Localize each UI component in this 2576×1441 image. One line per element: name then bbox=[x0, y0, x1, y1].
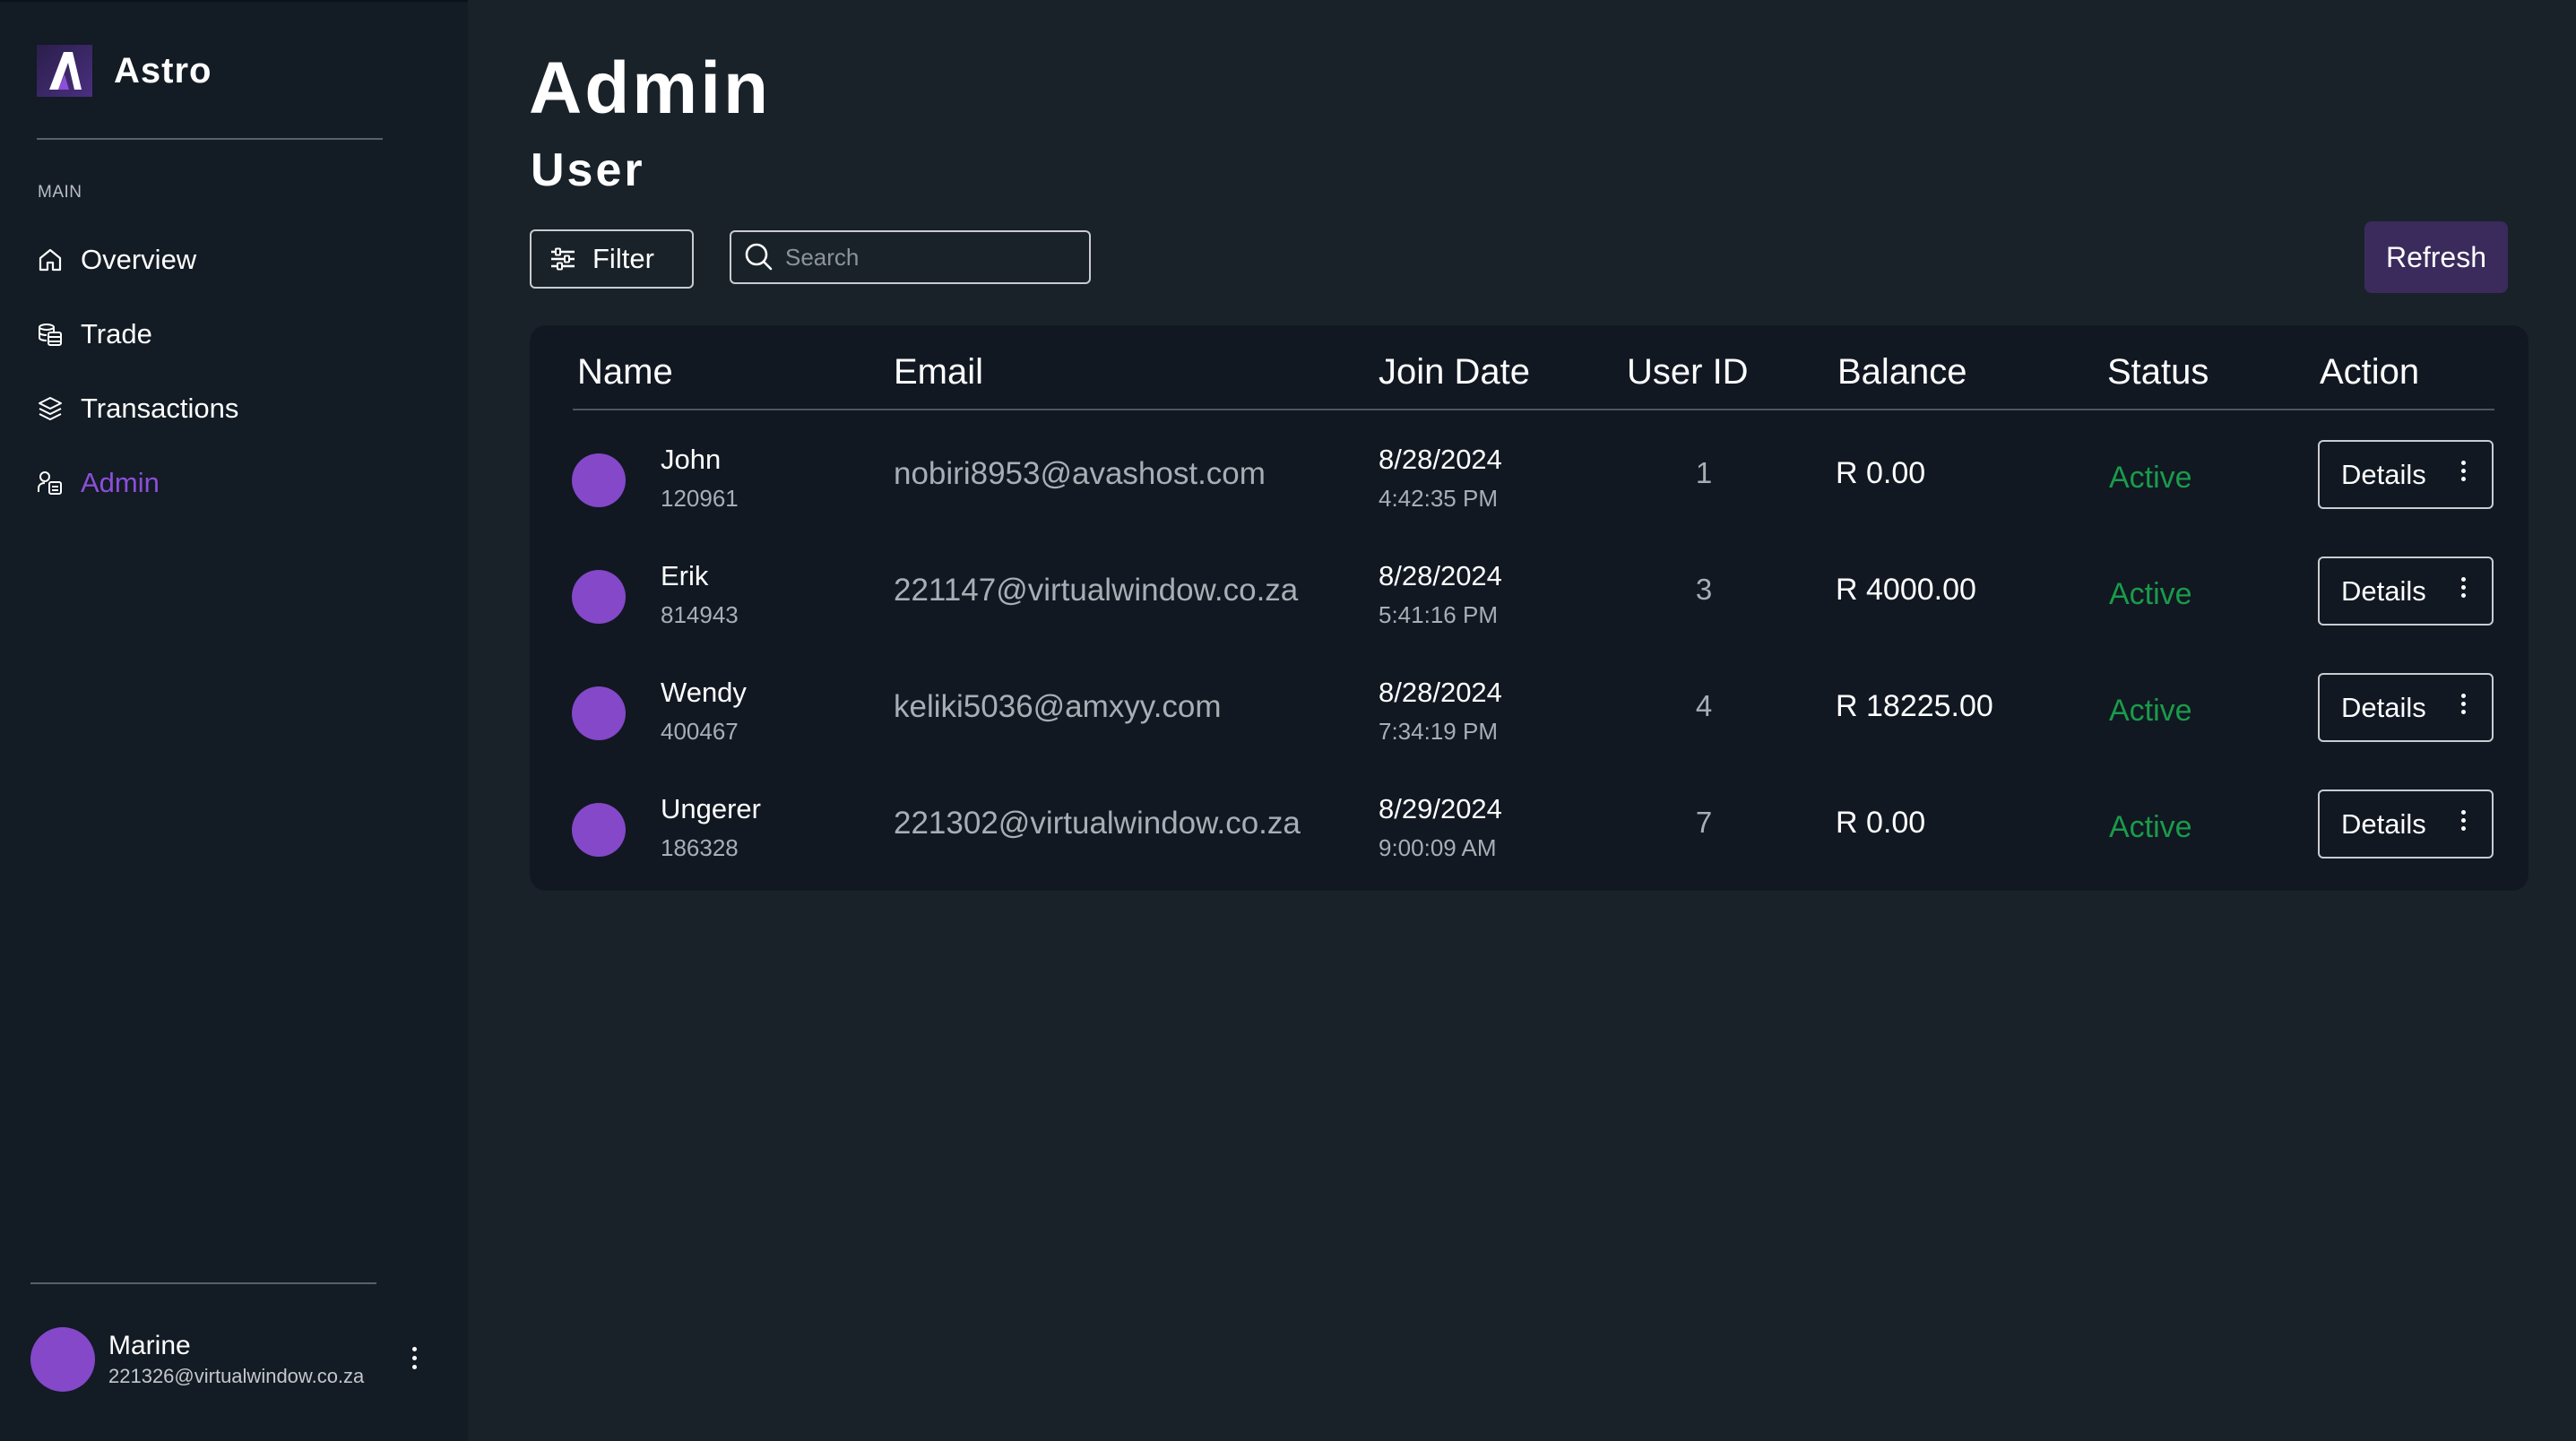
user-name: John bbox=[661, 444, 722, 475]
brand[interactable]: Astro bbox=[37, 45, 212, 97]
sidebar-item-label: Transactions bbox=[81, 393, 239, 424]
refresh-button[interactable]: Refresh bbox=[2364, 221, 2508, 293]
sidebar-item-label: Overview bbox=[81, 244, 197, 275]
user-id: 3 bbox=[1695, 573, 1713, 606]
layers-icon bbox=[39, 397, 62, 420]
details-button[interactable]: Details bbox=[2318, 557, 2494, 626]
filter-button[interactable]: Filter bbox=[530, 229, 694, 289]
user-id: 7 bbox=[1695, 806, 1713, 839]
status-badge: Active bbox=[2109, 810, 2192, 844]
brand-name: Astro bbox=[114, 50, 212, 91]
status-badge: Active bbox=[2109, 461, 2192, 495]
details-label: Details bbox=[2341, 807, 2426, 840]
astro-logo-icon bbox=[37, 45, 92, 97]
more-vertical-icon[interactable] bbox=[2458, 691, 2468, 725]
table-header: Name Email Join Date User ID Balance Sta… bbox=[530, 325, 2528, 411]
details-button[interactable]: Details bbox=[2318, 440, 2494, 509]
column-header-name[interactable]: Name bbox=[577, 352, 673, 393]
user-name: Erik bbox=[661, 560, 709, 591]
page-subtitle: User bbox=[531, 144, 645, 196]
details-label: Details bbox=[2341, 458, 2426, 490]
users-table: Name Email Join Date User ID Balance Sta… bbox=[530, 325, 2528, 891]
user-code: 814943 bbox=[661, 601, 739, 628]
user-code: 186328 bbox=[661, 834, 739, 861]
sidebar-divider bbox=[37, 138, 383, 140]
user-email: 221147@virtualwindow.co.za bbox=[894, 573, 1299, 608]
join-date: 8/28/2024 bbox=[1379, 444, 1502, 475]
coins-stack-icon bbox=[39, 324, 62, 346]
user-balance: R 0.00 bbox=[1836, 456, 1926, 490]
join-time: 7:34:19 PM bbox=[1379, 718, 1498, 745]
column-header-user-id[interactable]: User ID bbox=[1627, 352, 1749, 393]
user-email: nobiri8953@avashost.com bbox=[894, 456, 1266, 491]
table-row[interactable]: Wendy 400467 keliki5036@amxyy.com 8/28/2… bbox=[530, 650, 2528, 766]
user-code: 400467 bbox=[661, 718, 739, 745]
more-vertical-icon[interactable] bbox=[2458, 458, 2468, 492]
details-label: Details bbox=[2341, 574, 2426, 607]
page-title: Admin bbox=[529, 47, 772, 129]
join-date: 8/28/2024 bbox=[1379, 560, 1502, 591]
user-id: 1 bbox=[1695, 456, 1713, 489]
sidebar-item-overview[interactable]: Overview bbox=[36, 237, 196, 282]
avatar bbox=[572, 686, 626, 740]
avatar bbox=[572, 803, 626, 857]
profile-name: Marine bbox=[108, 1331, 191, 1360]
join-time: 9:00:09 AM bbox=[1379, 834, 1497, 861]
sliders-icon bbox=[551, 247, 575, 271]
admin-users-icon bbox=[38, 471, 62, 495]
column-header-action[interactable]: Action bbox=[2320, 352, 2419, 393]
table-row[interactable]: John 120961 nobiri8953@avashost.com 8/28… bbox=[530, 417, 2528, 533]
user-balance: R 18225.00 bbox=[1836, 689, 1993, 723]
avatar bbox=[572, 453, 626, 507]
table-row[interactable]: Ungerer 186328 221302@virtualwindow.co.z… bbox=[530, 766, 2528, 883]
user-profile[interactable]: Marine 221326@virtualwindow.co.za bbox=[30, 1326, 443, 1393]
column-header-email[interactable]: Email bbox=[894, 352, 983, 393]
user-code: 120961 bbox=[661, 485, 739, 512]
join-date: 8/29/2024 bbox=[1379, 793, 1502, 824]
more-vertical-icon[interactable] bbox=[2458, 574, 2468, 608]
more-vertical-icon[interactable] bbox=[2458, 807, 2468, 841]
user-balance: R 4000.00 bbox=[1836, 573, 1976, 607]
sidebar-section-label: MAIN bbox=[38, 183, 82, 202]
search-box[interactable] bbox=[730, 230, 1091, 284]
filter-label: Filter bbox=[592, 243, 654, 274]
more-vertical-icon[interactable] bbox=[407, 1342, 421, 1378]
user-email: 221302@virtualwindow.co.za bbox=[894, 806, 1301, 841]
join-time: 4:42:35 PM bbox=[1379, 485, 1498, 512]
sidebar-item-transactions[interactable]: Transactions bbox=[36, 386, 238, 431]
profile-email: 221326@virtualwindow.co.za bbox=[108, 1365, 365, 1387]
sidebar-item-trade[interactable]: Trade bbox=[36, 312, 152, 357]
details-button[interactable]: Details bbox=[2318, 673, 2494, 742]
user-name: Wendy bbox=[661, 677, 747, 708]
details-button[interactable]: Details bbox=[2318, 790, 2494, 859]
avatar bbox=[30, 1327, 95, 1392]
avatar bbox=[572, 570, 626, 624]
join-time: 5:41:16 PM bbox=[1379, 601, 1498, 628]
status-badge: Active bbox=[2109, 577, 2192, 611]
table-row[interactable]: Erik 814943 221147@virtualwindow.co.za 8… bbox=[530, 533, 2528, 650]
search-icon bbox=[745, 243, 773, 271]
join-date: 8/28/2024 bbox=[1379, 677, 1502, 708]
sidebar-item-admin[interactable]: Admin bbox=[36, 461, 160, 505]
column-header-join-date[interactable]: Join Date bbox=[1379, 352, 1530, 393]
column-header-balance[interactable]: Balance bbox=[1837, 352, 1967, 393]
column-header-status[interactable]: Status bbox=[2107, 352, 2209, 393]
user-balance: R 0.00 bbox=[1836, 806, 1926, 840]
details-label: Details bbox=[2341, 691, 2426, 723]
home-icon bbox=[39, 248, 62, 272]
sidebar-item-label: Trade bbox=[81, 318, 152, 349]
user-name: Ungerer bbox=[661, 793, 761, 824]
status-badge: Active bbox=[2109, 694, 2192, 728]
sidebar-divider bbox=[30, 1282, 376, 1284]
search-input[interactable] bbox=[785, 243, 1072, 272]
user-id: 4 bbox=[1695, 689, 1713, 722]
sidebar-item-label: Admin bbox=[81, 467, 160, 498]
user-email: keliki5036@amxyy.com bbox=[894, 689, 1222, 724]
header-divider bbox=[573, 409, 2494, 410]
sidebar: Astro MAIN Overview Trade Transactions A… bbox=[0, 0, 468, 1441]
